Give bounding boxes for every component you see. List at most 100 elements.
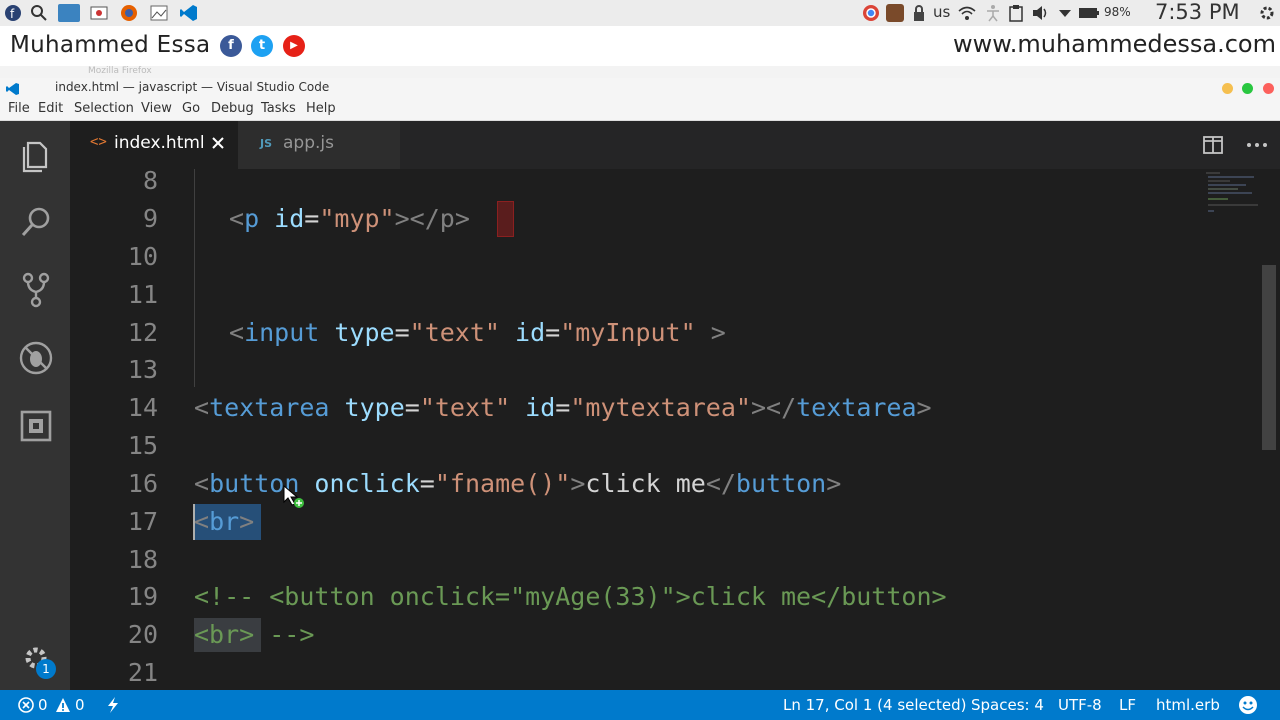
token: type [329,393,405,422]
line-number: 19 [127,582,158,611]
scrollbar-thumb[interactable] [1262,265,1276,450]
token: = [394,318,410,347]
explorer-icon[interactable] [18,137,54,173]
accessibility-icon[interactable] [984,4,1002,22]
token: < [194,469,210,498]
menu-view[interactable]: View [141,101,172,116]
cursor-position[interactable]: Ln 17, Col 1 (4 selected) [783,696,967,714]
background-window-title: Mozilla Firefox [88,66,152,76]
token: onclick [299,469,420,498]
clock[interactable]: 7:53 PM [1155,0,1240,24]
chevron-down-icon[interactable] [1056,4,1074,22]
debug-icon[interactable] [18,340,54,376]
battery-icon[interactable] [1078,4,1099,22]
source-control-icon[interactable] [18,272,54,308]
indentation[interactable]: Spaces: 4 [971,696,1044,714]
menu-tasks[interactable]: Tasks [261,101,296,116]
file-encoding[interactable]: UTF-8 [1058,696,1102,714]
maximize-button[interactable] [1242,83,1253,94]
tab-label: index.html [114,133,205,153]
app-tray-icon[interactable] [886,4,904,22]
token: p [244,204,260,233]
warning-icon[interactable] [55,697,71,717]
code-line-20: <br> --> [194,620,315,649]
search-icon[interactable] [30,4,48,22]
line-number: 20 [127,620,158,649]
tab-app-js[interactable]: JS app.js [238,121,400,169]
token: "myp" [319,204,395,233]
lightning-icon[interactable] [106,697,120,717]
token: = [555,393,571,422]
token: = [304,204,320,233]
token: textarea [796,393,917,422]
token: click me [585,469,706,498]
line-number: 12 [127,318,158,347]
wifi-icon[interactable] [958,4,976,22]
token: < [194,507,210,536]
token: id [259,204,305,233]
text-cursor [193,504,195,540]
keyboard-layout[interactable]: us [933,3,950,21]
token: "text" [409,318,500,347]
clipboard-icon[interactable] [1007,4,1025,22]
line-ending[interactable]: LF [1119,696,1136,714]
code-editor[interactable] [70,169,1260,690]
fedora-menu-icon[interactable]: f [4,4,22,22]
code-line-17: <br> [194,507,254,536]
vscode-taskbar-icon[interactable] [180,4,198,22]
firefox-icon[interactable] [120,4,138,22]
brand-name: Muhammed Essa [10,32,211,58]
settings-icon[interactable] [1258,4,1276,22]
token: id [510,393,556,422]
split-editor-icon[interactable] [1203,136,1223,158]
line-number: 9 [142,204,158,233]
token: < [194,393,210,422]
line-number: 8 [142,166,158,195]
feedback-smiley-icon[interactable] [1238,695,1258,719]
token: </ [705,469,736,498]
error-icon[interactable] [18,697,34,717]
token: "mytextarea" [570,393,751,422]
screen-recorder-icon[interactable] [90,4,108,22]
close-window-button[interactable] [1263,83,1274,94]
token: id [499,318,546,347]
error-count[interactable]: 0 [38,696,48,714]
youtube-icon: ▶ [283,35,305,57]
battery-level: 98% [1104,5,1131,19]
line-number: 13 [127,355,158,384]
line-number: 18 [127,545,158,574]
file-manager-icon[interactable] [58,4,80,22]
tab-index-html[interactable]: <> index.html [70,121,238,169]
line-number: 15 [127,431,158,460]
token: br [209,507,240,536]
token: "text" [419,393,511,422]
code-line-14: <textarea type="text" id="mytextarea"></… [194,393,932,422]
volume-icon[interactable] [1031,4,1049,22]
menu-help[interactable]: Help [306,101,336,116]
token: = [419,469,435,498]
minimap[interactable] [1200,169,1262,229]
js-file-icon: JS [260,137,273,150]
menu-go[interactable]: Go [182,101,200,116]
language-mode[interactable]: html.erb [1156,696,1220,714]
facebook-icon: f [220,35,242,57]
more-actions-icon[interactable] [1246,136,1268,158]
extensions-icon[interactable] [18,408,54,444]
minimize-button[interactable] [1222,83,1233,94]
line-number: 17 [127,507,158,536]
menu-selection[interactable]: Selection [74,101,134,116]
menu-debug[interactable]: Debug [211,101,254,116]
warning-count[interactable]: 0 [75,696,85,714]
image-viewer-icon[interactable] [150,4,168,22]
notification-badge: 1 [36,659,56,679]
html-file-icon: <> [90,134,107,150]
search-icon[interactable] [18,204,54,240]
menu-edit[interactable]: Edit [38,101,63,116]
brand-url: www.muhammedessa.com [953,30,1276,58]
window-title: index.html — javascript — Visual Studio … [55,80,330,94]
menu-file[interactable]: File [8,101,30,116]
indent-guide [194,169,195,387]
close-icon[interactable] [210,135,226,155]
token: > [695,318,726,347]
chrome-icon[interactable] [862,4,880,22]
